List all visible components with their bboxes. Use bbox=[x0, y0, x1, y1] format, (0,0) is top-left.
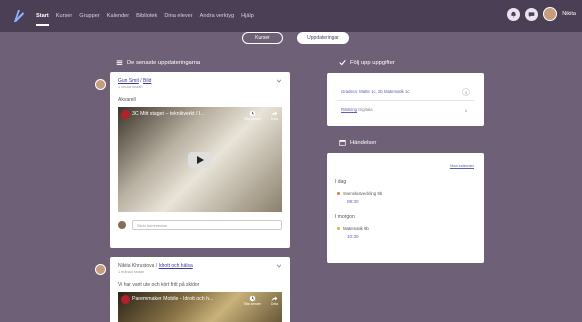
comment-input[interactable]: Skriv kommentar bbox=[132, 220, 282, 230]
author-link[interactable]: Gun Smit bbox=[118, 78, 139, 84]
notifications-bell-icon[interactable] bbox=[507, 7, 521, 21]
post-author-avatar[interactable] bbox=[95, 79, 106, 90]
watch-later-button[interactable]: Titta senare bbox=[243, 110, 261, 121]
nav-kalender[interactable]: Kalender bbox=[107, 13, 129, 19]
user-area: Nikita bbox=[507, 7, 576, 21]
nav-kurser[interactable]: Kurser bbox=[56, 13, 72, 19]
comment-row: Skriv kommentar bbox=[110, 212, 290, 238]
chevron-down-icon[interactable] bbox=[276, 263, 282, 269]
task-1-count: 1 bbox=[462, 88, 470, 96]
user-avatar[interactable] bbox=[543, 7, 558, 21]
share-icon bbox=[271, 111, 278, 117]
event-day-today: I dag bbox=[335, 179, 347, 185]
task-2-label[interactable]: Rättning bbox=[341, 107, 357, 112]
commenter-avatar bbox=[118, 221, 126, 229]
feed-post: Gun Smit / Bild 1 vecka sedan Akvarell 3… bbox=[110, 72, 290, 248]
watch-later-label: Titta senare bbox=[243, 117, 261, 121]
follow-up-tasks-title: Följ upp uppgifter bbox=[350, 59, 395, 66]
post-author: Nikita Khrustova / Idrott och hälsa bbox=[118, 263, 282, 269]
video-actions: Titta senare Dela bbox=[243, 110, 278, 121]
task-2-extra: Digitala bbox=[358, 107, 373, 112]
view-toggle: Kurser Uppdateringar bbox=[242, 32, 349, 44]
app-logo-icon[interactable] bbox=[10, 7, 28, 25]
event-day-tomorrow: I morgon bbox=[335, 214, 355, 220]
list-icon bbox=[116, 60, 123, 65]
video-embed[interactable]: Paremmaker Mobile - Idrott och h... Titt… bbox=[118, 292, 282, 322]
username-label[interactable]: Nikita bbox=[562, 11, 576, 17]
updates-pill-button[interactable]: Uppdateringar bbox=[297, 32, 349, 44]
calendar-icon bbox=[339, 140, 346, 146]
main-nav: Start Kurser Grupper Kalender Bibliotek … bbox=[36, 13, 254, 26]
task-item-2[interactable]: Rättning Digitala bbox=[341, 107, 373, 112]
nav-bibliotek[interactable]: Bibliotek bbox=[136, 13, 157, 19]
post-author-avatar[interactable] bbox=[95, 264, 106, 275]
play-button-icon[interactable] bbox=[188, 151, 212, 168]
nav-start[interactable]: Start bbox=[36, 13, 49, 26]
event-dot-icon bbox=[337, 192, 340, 196]
channel-icon bbox=[121, 295, 130, 304]
event-item[interactable]: Matematik 9b bbox=[337, 226, 369, 231]
feed-post: Nikita Khrustova / Idrott och hälsa 1 må… bbox=[110, 257, 290, 322]
event-time: 10:30 bbox=[347, 234, 359, 239]
latest-updates-heading: De senaste uppdateringarna bbox=[116, 59, 200, 66]
author-name[interactable]: Nikita Khrustova bbox=[118, 263, 154, 269]
events-heading: Händelser bbox=[339, 139, 376, 146]
watch-later-label: Titta senare bbox=[243, 302, 261, 306]
nav-hjalp[interactable]: Hjälp bbox=[241, 13, 254, 19]
follow-up-tasks-heading: Följ upp uppgifter bbox=[339, 59, 395, 66]
events-card: Visa kalender I dag Svenskutveckling 9b … bbox=[327, 153, 484, 263]
nav-andra-verktyg[interactable]: Andra verktyg bbox=[200, 13, 235, 19]
post-author: Gun Smit / Bild bbox=[118, 78, 282, 84]
post-time: 1 månad sedan bbox=[118, 270, 145, 274]
share-icon bbox=[271, 296, 278, 302]
clock-icon bbox=[249, 110, 255, 117]
task-1-label[interactable]: Gradera: Matte 1c, 2b Matematik 1c bbox=[341, 89, 410, 94]
video-title[interactable]: 3C Mitt staget – teknikverkt / I... bbox=[132, 111, 205, 117]
post-text: Akvarell bbox=[118, 97, 136, 103]
event-time: 08:30 bbox=[347, 199, 359, 204]
share-label: Dela bbox=[271, 302, 278, 306]
nav-dina-elever[interactable]: Dina elever bbox=[164, 13, 192, 19]
show-calendar-link[interactable]: Visa kalender bbox=[450, 163, 474, 168]
video-title[interactable]: Paremmaker Mobile - Idrott och h... bbox=[132, 296, 213, 302]
clock-icon bbox=[249, 295, 255, 302]
post-text: Vi har varit ute och kört fritt på skido… bbox=[118, 282, 200, 288]
checkmark-icon bbox=[339, 60, 346, 66]
nav-grupper[interactable]: Grupper bbox=[79, 13, 100, 19]
event-item[interactable]: Svenskutveckling 9b bbox=[337, 191, 382, 196]
share-button[interactable]: Dela bbox=[271, 295, 278, 306]
video-embed[interactable]: 3C Mitt staget – teknikverkt / I... Titt… bbox=[118, 107, 282, 212]
group-link[interactable]: Idrott och hälsa bbox=[159, 263, 193, 269]
event-title[interactable]: Svenskutveckling 9b bbox=[343, 191, 382, 196]
courses-pill-button[interactable]: Kurser bbox=[242, 32, 283, 44]
event-dot-icon bbox=[337, 227, 340, 231]
group-link[interactable]: Bild bbox=[143, 78, 151, 84]
watch-later-button[interactable]: Titta senare bbox=[243, 295, 261, 306]
video-actions: Titta senare Dela bbox=[243, 295, 278, 306]
top-navigation-bar: Start Kurser Grupper Kalender Bibliotek … bbox=[0, 0, 582, 32]
post-header: Nikita Khrustova / Idrott och hälsa 1 må… bbox=[110, 257, 290, 274]
post-header: Gun Smit / Bild 1 vecka sedan bbox=[110, 72, 290, 89]
chevron-down-icon[interactable] bbox=[276, 78, 282, 84]
post-time: 1 vecka sedan bbox=[118, 85, 143, 89]
share-button[interactable]: Dela bbox=[271, 110, 278, 121]
events-title: Händelser bbox=[350, 139, 377, 146]
follow-up-tasks-card: Gradera: Matte 1c, 2b Matematik 1c 1 Rät… bbox=[327, 73, 484, 126]
share-label: Dela bbox=[271, 117, 278, 121]
task-2-count: 1 bbox=[464, 107, 468, 113]
messages-icon[interactable] bbox=[525, 7, 539, 21]
latest-updates-title: De senaste uppdateringarna bbox=[127, 59, 201, 66]
event-title[interactable]: Matematik 9b bbox=[343, 226, 369, 231]
task-divider bbox=[337, 100, 474, 101]
task-item-1[interactable]: Gradera: Matte 1c, 2b Matematik 1c bbox=[341, 89, 410, 94]
channel-icon bbox=[121, 110, 130, 119]
